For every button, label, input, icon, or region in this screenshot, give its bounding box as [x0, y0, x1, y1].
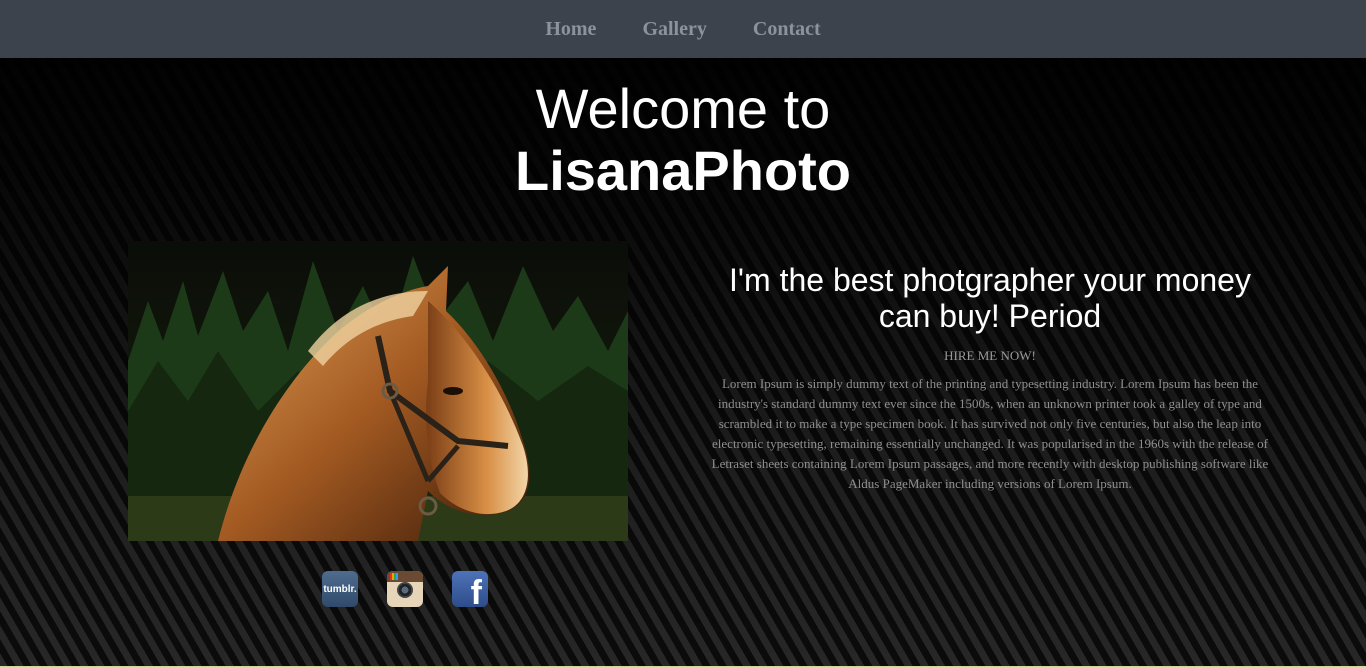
nav-link-gallery[interactable]: Gallery	[619, 0, 729, 58]
nav-link-contact[interactable]: Contact	[730, 0, 844, 58]
nav-link-home[interactable]: Home	[522, 0, 619, 58]
about-body-text: Lorem Ipsum is simply dummy text of the …	[711, 376, 1269, 491]
nav-list: Home Gallery Contact	[0, 0, 1366, 58]
horse-photo	[128, 241, 628, 541]
facebook-icon[interactable]: f	[452, 571, 488, 607]
about-section: I'm the best photgrapher your money can …	[706, 262, 1274, 494]
social-links: tumblr. f	[322, 571, 488, 607]
instagram-icon[interactable]	[387, 571, 423, 607]
top-navbar: Home Gallery Contact	[0, 0, 1366, 58]
hire-me-link[interactable]: HIRE ME NOW!	[706, 348, 1274, 364]
about-heading: I'm the best photgrapher your money can …	[729, 262, 1251, 334]
instagram-rainbow	[390, 573, 398, 580]
hero-brand-name: LisanaPhoto	[514, 139, 852, 202]
hero-title: Welcome to LisanaPhoto	[0, 78, 1366, 202]
instagram-lens	[397, 582, 413, 598]
tumblr-logo-text: tumblr.	[323, 583, 357, 595]
facebook-logo-letter: f	[470, 574, 482, 607]
hero-welcome-text: Welcome to	[535, 77, 831, 140]
tumblr-icon[interactable]: tumblr.	[322, 571, 358, 607]
